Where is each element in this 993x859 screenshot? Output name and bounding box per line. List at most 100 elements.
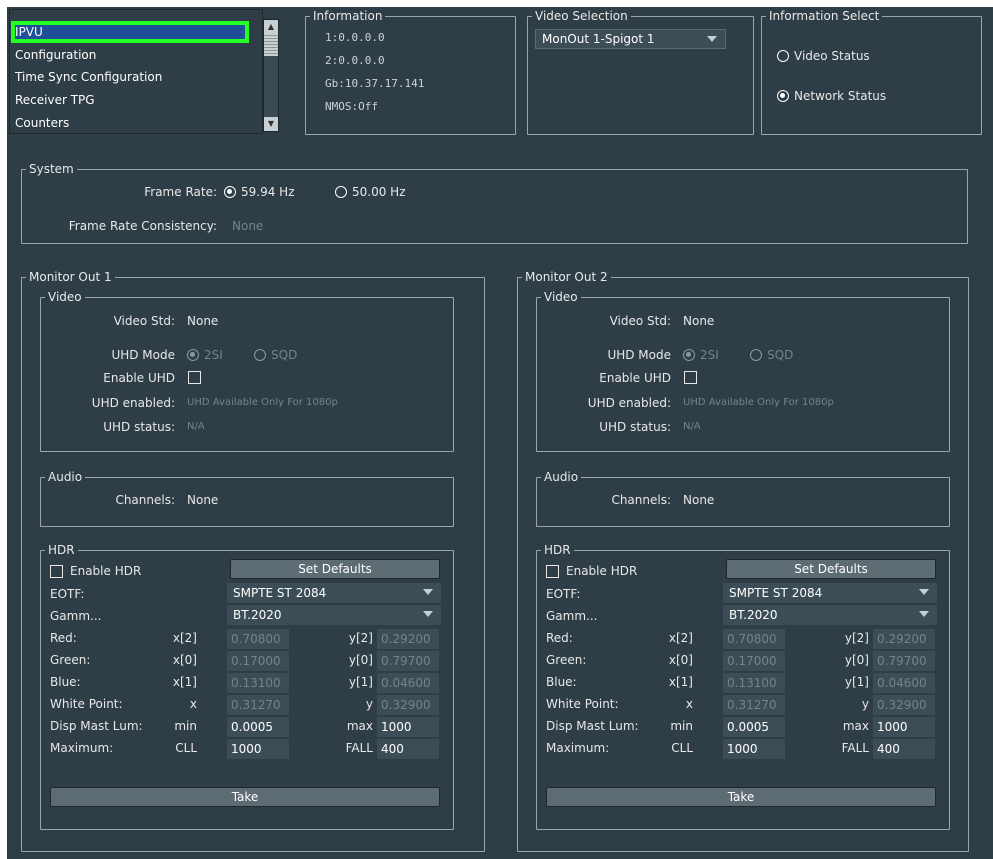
monitor-1-hdr-x-value: 0.70800 xyxy=(227,629,289,649)
monitor-2-enable-uhd-checkbox[interactable] xyxy=(684,371,697,384)
scroll-up-icon[interactable]: ▲ xyxy=(264,20,278,34)
radio-icon xyxy=(777,50,789,62)
monitor-1-hdr-x-value: 0.31270 xyxy=(227,695,289,715)
information-title: Information xyxy=(313,9,383,23)
nav-item-configuration[interactable]: Configuration xyxy=(12,45,250,65)
monitor-2-gamut-label: Gamm... xyxy=(546,609,598,623)
monitor-1-hdr-row-label: Green: xyxy=(50,653,91,667)
monitor-1-channels-value: None xyxy=(187,493,219,507)
monitor-2-radio-uhd-sqd[interactable]: SQD xyxy=(750,348,793,362)
monitor-2-hdr-x-key: x[1] xyxy=(668,675,693,689)
nav-item-time-sync-configuration[interactable]: Time Sync Configuration xyxy=(12,67,250,87)
monitor-1-hdr-x-value[interactable]: 0.0005 xyxy=(227,717,289,737)
radio-network-status[interactable]: Network Status xyxy=(777,89,886,103)
monitor-1-hdr-y-key: y[1] xyxy=(348,675,373,689)
monitor-1-hdr-y-key: max xyxy=(346,719,373,733)
monitor-1-video-std-value: None xyxy=(187,314,219,328)
monitor-1-uhd-sqd-label: SQD xyxy=(271,348,298,362)
monitor-1-hdr-y-key: y xyxy=(365,697,373,711)
monitor-2-enable-hdr-label: Enable HDR xyxy=(566,564,638,578)
monitor-1-radio-uhd-sqd[interactable]: SQD xyxy=(254,348,297,362)
radio-icon xyxy=(254,349,266,361)
monitor-2-set-defaults-button[interactable]: Set Defaults xyxy=(726,559,936,579)
monitor-1-enable-hdr-label: Enable HDR xyxy=(70,564,142,578)
chevron-down-icon xyxy=(423,611,433,617)
information-group: Information xyxy=(305,10,516,135)
monitor-2-hdr-y-value[interactable]: 1000 xyxy=(873,717,935,737)
monitor-1-radio-uhd-2si[interactable]: 2SI xyxy=(187,348,223,362)
monitor-1-take-button[interactable]: Take xyxy=(50,787,440,807)
info-line-nmos: NMOS:Off xyxy=(325,100,378,113)
monitor-1-hdr-x-key: x[2] xyxy=(172,631,197,645)
system-title: System xyxy=(29,162,74,176)
monitor-2-hdr-x-key: CLL xyxy=(671,741,693,755)
monitor-1-enable-hdr-checkbox[interactable] xyxy=(50,565,63,578)
info-line-gb: Gb:10.37.17.141 xyxy=(325,77,425,90)
monitor-1-hdr-y-key: FALL xyxy=(345,741,373,755)
monitor-1-set-defaults-button[interactable]: Set Defaults xyxy=(230,559,440,579)
monitor-2-hdr-row-label: Disp Mast Lum: xyxy=(546,719,639,733)
radio-video-status-label: Video Status xyxy=(794,49,870,63)
monitor-1-hdr-row-label: Maximum: xyxy=(50,741,114,755)
nav-scrollbar[interactable]: ▲ ▼ xyxy=(263,19,279,132)
nav-list[interactable]: IPVU Configuration Time Sync Configurati… xyxy=(9,9,263,134)
monitor-2-hdr-y-value[interactable]: 400 xyxy=(873,739,935,759)
nav-item-receiver-tpg[interactable]: Receiver TPG xyxy=(12,90,250,110)
monitor-2-take-button[interactable]: Take xyxy=(546,787,936,807)
monitor-2-gamut-dropdown[interactable]: BT.2020 xyxy=(723,605,937,625)
monitor-1-hdr-y-value: 0.29200 xyxy=(377,629,439,649)
monitor-2-hdr-y-value: 0.29200 xyxy=(873,629,935,649)
monitor-1-gamut-dropdown[interactable]: BT.2020 xyxy=(227,605,441,625)
monitor-2-gamut-value: BT.2020 xyxy=(729,608,778,622)
monitor-2-enable-hdr-checkbox[interactable] xyxy=(546,565,559,578)
radio-frame-rate-5994[interactable]: 59.94 Hz xyxy=(224,185,295,199)
nav-item-counters[interactable]: Counters xyxy=(12,113,250,133)
monitor-2-hdr-x-key: min xyxy=(670,719,693,733)
monitor-1-hdr-y-value[interactable]: 400 xyxy=(377,739,439,759)
monitor-2-video-std-label: Video Std: xyxy=(609,314,671,328)
frame-rate-consistency-value: None xyxy=(232,219,264,233)
frame-rate-label: Frame Rate: xyxy=(144,185,217,199)
monitor-2-uhd-2si-label: 2SI xyxy=(700,348,719,362)
monitor-1-uhd-enabled-label: UHD enabled: xyxy=(91,396,175,410)
radio-selected-icon xyxy=(224,186,236,198)
information-select-title: Information Select xyxy=(769,9,880,23)
monitor-2-hdr-y-key: y[1] xyxy=(844,675,869,689)
information-select-group: Information Select xyxy=(761,10,982,135)
monitor-2-hdr-row-label: Blue: xyxy=(546,675,577,689)
monitor-1-eotf-dropdown[interactable]: SMPTE ST 2084 xyxy=(227,583,441,603)
monitor-2-eotf-dropdown[interactable]: SMPTE ST 2084 xyxy=(723,583,937,603)
scroll-down-icon[interactable]: ▼ xyxy=(264,117,278,131)
monitor-1-hdr-x-value[interactable]: 1000 xyxy=(227,739,289,759)
radio-icon xyxy=(750,349,762,361)
monitor-2-uhd-enabled-value: UHD Available Only For 1080p xyxy=(683,397,834,408)
monitor-1-hdr-y-value: 0.04600 xyxy=(377,673,439,693)
monitor-1-enable-uhd-checkbox[interactable] xyxy=(188,371,201,384)
monitor-1-uhd-status-value: N/A xyxy=(187,421,205,432)
monitor-2-hdr-y-value: 0.32900 xyxy=(873,695,935,715)
radio-video-status[interactable]: Video Status xyxy=(777,49,870,63)
video-selection-dropdown[interactable]: MonOut 1-Spigot 1 xyxy=(535,29,726,49)
monitor-2-hdr-x-value[interactable]: 1000 xyxy=(723,739,785,759)
monitor-1-hdr-y-value[interactable]: 1000 xyxy=(377,717,439,737)
monitor-2-hdr-row-label: White Point: xyxy=(546,697,619,711)
monitor-2-hdr-x-key: x[2] xyxy=(668,631,693,645)
scroll-thumb[interactable] xyxy=(264,34,278,56)
monitor-2-video-title: Video xyxy=(544,290,578,304)
monitor-2-hdr-x-value[interactable]: 0.0005 xyxy=(723,717,785,737)
nav-item-ipvu[interactable]: IPVU xyxy=(11,21,249,43)
monitor-2-title: Monitor Out 2 xyxy=(525,270,608,284)
monitor-1-eotf-value: SMPTE ST 2084 xyxy=(233,586,327,600)
monitor-2-enable-uhd-label: Enable UHD xyxy=(599,371,671,385)
monitor-1-hdr-x-key: CLL xyxy=(175,741,197,755)
monitor-1-hdr-x-key: min xyxy=(174,719,197,733)
radio-network-status-label: Network Status xyxy=(794,89,887,103)
radio-selected-icon xyxy=(187,349,199,361)
monitor-1-uhd-2si-label: 2SI xyxy=(204,348,223,362)
monitor-2-radio-uhd-2si[interactable]: 2SI xyxy=(683,348,719,362)
radio-frame-rate-5000[interactable]: 50.00 Hz xyxy=(335,185,406,199)
chevron-down-icon xyxy=(707,36,717,42)
monitor-1-hdr-x-key: x[1] xyxy=(172,675,197,689)
monitor-1-uhd-mode-label: UHD Mode xyxy=(111,348,175,362)
monitor-2-hdr-x-key: x[0] xyxy=(668,653,693,667)
